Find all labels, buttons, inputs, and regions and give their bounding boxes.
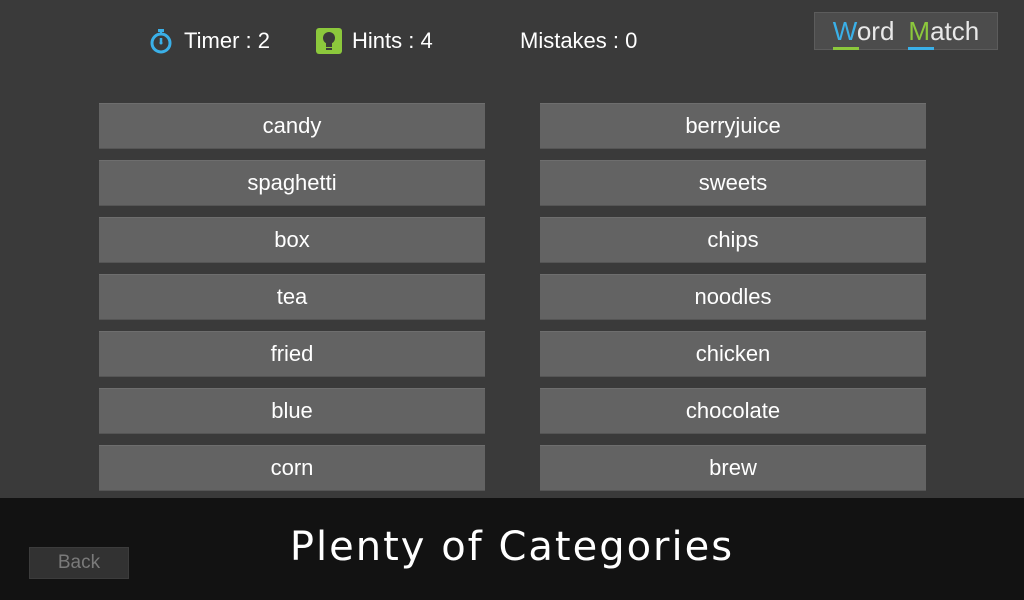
logo-underline-1 (832, 46, 859, 50)
hints-label: Hints : 4 (352, 28, 433, 53)
word-tile-left[interactable]: spaghetti (99, 160, 485, 206)
logo-underline-2 (908, 46, 935, 50)
promo-caption: Plenty of Categories (289, 524, 735, 570)
logo-w-letter: W (832, 15, 857, 46)
word-tile-right[interactable]: brew (540, 445, 926, 491)
logo-word-1: Word (832, 15, 895, 50)
lightbulb-icon[interactable] (316, 28, 342, 54)
mistakes-label: Mistakes : 0 (520, 28, 638, 53)
game-board: Timer : 2 Hints : 4 Mistakes : 0 Word Ma… (0, 0, 1024, 498)
word-tile-right[interactable]: chocolate (540, 388, 926, 434)
footer-bar: Back Plenty of Categories (0, 498, 1024, 600)
word-tile-right[interactable]: chicken (540, 331, 926, 377)
timer-display: Timer : 2 (148, 28, 270, 54)
word-tile-right[interactable]: berryjuice (540, 103, 926, 149)
word-tile-left[interactable]: box (99, 217, 485, 263)
logo-word-2-rest: atch (930, 15, 980, 46)
word-tile-right[interactable]: chips (540, 217, 926, 263)
logo-word-1-rest: ord (856, 15, 895, 46)
left-word-column: candy spaghetti box tea fried blue corn (99, 103, 485, 502)
word-tile-left[interactable]: corn (99, 445, 485, 491)
status-bar: Timer : 2 Hints : 4 Mistakes : 0 (0, 22, 800, 62)
logo-m-letter: M (908, 15, 931, 46)
word-tile-right[interactable]: sweets (540, 160, 926, 206)
word-tile-left[interactable]: tea (99, 274, 485, 320)
right-word-column: berryjuice sweets chips noodles chicken … (540, 103, 926, 502)
hints-display[interactable]: Hints : 4 (316, 28, 433, 54)
timer-label: Timer : 2 (184, 28, 270, 53)
mistakes-display: Mistakes : 0 (520, 28, 637, 54)
stopwatch-icon (148, 28, 174, 54)
word-tile-left[interactable]: candy (99, 103, 485, 149)
logo-word-2: Match (908, 15, 980, 50)
word-tile-left[interactable]: blue (99, 388, 485, 434)
word-match-logo: Word Match (814, 12, 998, 50)
word-tile-left[interactable]: fried (99, 331, 485, 377)
word-tile-right[interactable]: noodles (540, 274, 926, 320)
